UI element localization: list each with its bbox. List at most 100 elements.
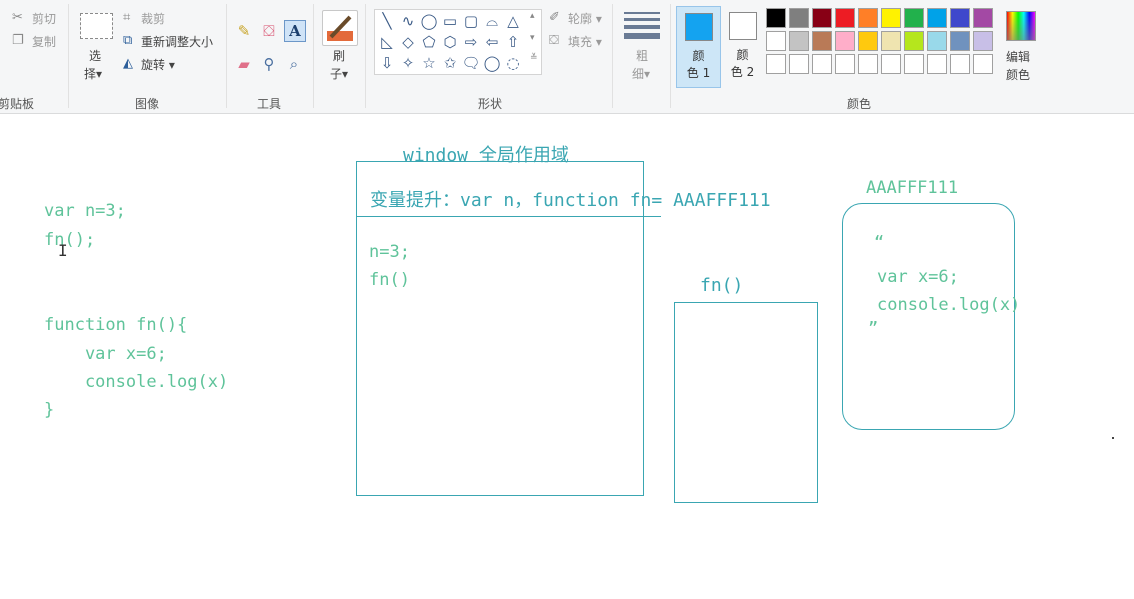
shape-option-icon[interactable]: ▭ — [440, 11, 460, 31]
cut-button[interactable]: 剪切 — [32, 10, 56, 27]
palette-color-swatch[interactable] — [789, 8, 809, 28]
gallery-up-icon[interactable]: ▴ — [530, 11, 535, 21]
brush-dropdown[interactable]: 子▾ — [330, 65, 348, 82]
palette-color-swatch[interactable] — [950, 31, 970, 51]
palette-color-swatch[interactable] — [812, 8, 832, 28]
edit-colors-label-line1[interactable]: 编辑 — [1006, 48, 1030, 65]
size-dropdown[interactable]: 细▾ — [632, 65, 650, 82]
edit-colors-label-line2[interactable]: 颜色 — [1006, 66, 1030, 83]
palette-color-swatch[interactable] — [766, 54, 786, 74]
palette-color-swatch[interactable] — [927, 8, 947, 28]
copy-button[interactable]: 复制 — [32, 33, 56, 50]
shape-option-icon[interactable]: ✧ — [398, 53, 418, 73]
crop-button[interactable]: 裁剪 — [141, 10, 165, 27]
shape-option-icon[interactable]: ⌓ — [482, 11, 502, 31]
copy-icon: ❐ — [12, 33, 24, 48]
code-line-var-x: var x=6; — [44, 344, 167, 364]
palette-color-swatch[interactable] — [950, 8, 970, 28]
select-dropdown[interactable]: 择▾ — [84, 65, 102, 82]
palette-color-swatch[interactable] — [812, 54, 832, 74]
palette-color-swatch[interactable] — [789, 31, 809, 51]
shape-option-icon[interactable]: ⇧ — [503, 32, 523, 52]
palette-color-swatch[interactable] — [789, 54, 809, 74]
drawing-canvas[interactable]: var n=3; fn(); I function fn(){ var x=6;… — [0, 120, 1134, 599]
select-icon[interactable] — [80, 13, 113, 39]
brush-button-label[interactable]: 刷 — [333, 47, 345, 64]
palette-color-swatch[interactable] — [950, 54, 970, 74]
shape-option-icon[interactable]: ⇩ — [377, 53, 397, 73]
size-button-label[interactable]: 粗 — [636, 47, 648, 64]
palette-color-swatch[interactable] — [881, 8, 901, 28]
shape-option-icon[interactable]: ▢ — [461, 11, 481, 31]
palette-color-swatch[interactable] — [904, 8, 924, 28]
window-body-fn-call: fn() — [369, 270, 410, 290]
palette-color-swatch[interactable] — [904, 54, 924, 74]
palette-color-swatch[interactable] — [973, 8, 993, 28]
window-scope-divider — [356, 216, 661, 217]
shape-option-icon[interactable]: ∿ — [398, 11, 418, 31]
shape-option-icon[interactable]: △ — [503, 11, 523, 31]
palette-color-swatch[interactable] — [973, 54, 993, 74]
palette-color-swatch[interactable] — [904, 31, 924, 51]
shape-option-icon[interactable]: ◌ — [503, 53, 523, 73]
resize-button[interactable]: 重新调整大小 — [141, 33, 213, 50]
group-separator — [365, 4, 366, 108]
fill-icon: ⛋ — [549, 33, 559, 48]
shape-option-icon[interactable]: ◺ — [377, 32, 397, 52]
outline-button[interactable]: 轮廓 ▾ — [568, 10, 602, 27]
shapes-gallery[interactable]: ╲ ∿ ◯ ▭ ▢ ⌓ △ ◺ ◇ ⬠ ⬡ ⇨ ⇦ ⇧ ⇩ ✧ ☆ ✩ 🗨 ◯ ◌ — [374, 9, 542, 75]
rotate-icon: ◭ — [123, 56, 133, 71]
paint-ribbon: ✂ 剪切 ❐ 复制 剪贴板 选 择▾ ⌗ 裁剪 ⧉ 重新调整大小 ◭ 旋转 ▾ … — [0, 0, 1134, 114]
shape-option-icon[interactable]: ⇦ — [482, 32, 502, 52]
palette-color-swatch[interactable] — [766, 8, 786, 28]
palette-color-swatch[interactable] — [835, 54, 855, 74]
shape-option-icon[interactable]: ✩ — [440, 53, 460, 73]
palette-color-swatch[interactable] — [881, 31, 901, 51]
shape-option-icon[interactable]: ◯ — [419, 11, 439, 31]
eraser-icon[interactable]: ▰ — [234, 54, 254, 74]
palette-color-swatch[interactable] — [881, 54, 901, 74]
gallery-down-icon[interactable]: ▾ — [530, 33, 535, 43]
text-tool-icon[interactable]: A — [284, 20, 306, 42]
palette-color-swatch[interactable] — [973, 31, 993, 51]
palette-color-swatch[interactable] — [812, 31, 832, 51]
palette-color-swatch[interactable] — [766, 31, 786, 51]
palette-color-swatch[interactable] — [858, 31, 878, 51]
palette-color-swatch[interactable] — [835, 8, 855, 28]
palette-color-swatch[interactable] — [927, 54, 947, 74]
shape-option-icon[interactable]: 🗨 — [461, 53, 481, 73]
magnifier-icon[interactable]: ⌕ — [284, 54, 304, 74]
tools-group-label: 工具 — [257, 97, 282, 111]
color1-label-line2: 色 1 — [686, 66, 711, 80]
heap-open-quote: “ — [874, 233, 885, 253]
palette-color-swatch[interactable] — [927, 31, 947, 51]
gallery-more-icon[interactable]: ≚ — [530, 53, 538, 63]
code-line-close-brace: } — [44, 400, 55, 420]
rotate-button[interactable]: 旋转 ▾ — [141, 56, 175, 73]
color-picker-icon[interactable]: ⚲ — [259, 54, 279, 74]
size-icon[interactable] — [624, 12, 660, 43]
edit-colors-icon[interactable] — [1006, 11, 1036, 41]
group-separator — [670, 4, 671, 108]
palette-color-swatch[interactable] — [858, 54, 878, 74]
heap-address-label: AAAFFF111 — [866, 178, 959, 198]
shape-option-icon[interactable]: ☆ — [419, 53, 439, 73]
code-line-function: function fn(){ — [44, 315, 188, 335]
color2-swatch — [728, 12, 757, 40]
fill-button[interactable]: 填充 ▾ — [568, 33, 602, 50]
code-line-console: console.log(x) — [44, 372, 229, 392]
shape-option-icon[interactable]: ◯ — [482, 53, 502, 73]
select-button-label[interactable]: 选 — [89, 47, 101, 64]
fill-bucket-icon[interactable]: ⛋ — [259, 21, 279, 41]
color2-button[interactable]: 颜 色 2 — [721, 6, 764, 86]
shape-option-icon[interactable]: ⇨ — [461, 32, 481, 52]
color1-button[interactable]: 颜 色 1 — [676, 6, 721, 88]
shape-option-icon[interactable]: ╲ — [377, 11, 397, 31]
shape-option-icon[interactable]: ⬠ — [419, 32, 439, 52]
pencil-icon[interactable]: ✎ — [234, 21, 254, 41]
shape-option-icon[interactable]: ◇ — [398, 32, 418, 52]
shape-option-icon[interactable]: ⬡ — [440, 32, 460, 52]
brush-icon[interactable] — [322, 10, 358, 46]
palette-color-swatch[interactable] — [858, 8, 878, 28]
palette-color-swatch[interactable] — [835, 31, 855, 51]
